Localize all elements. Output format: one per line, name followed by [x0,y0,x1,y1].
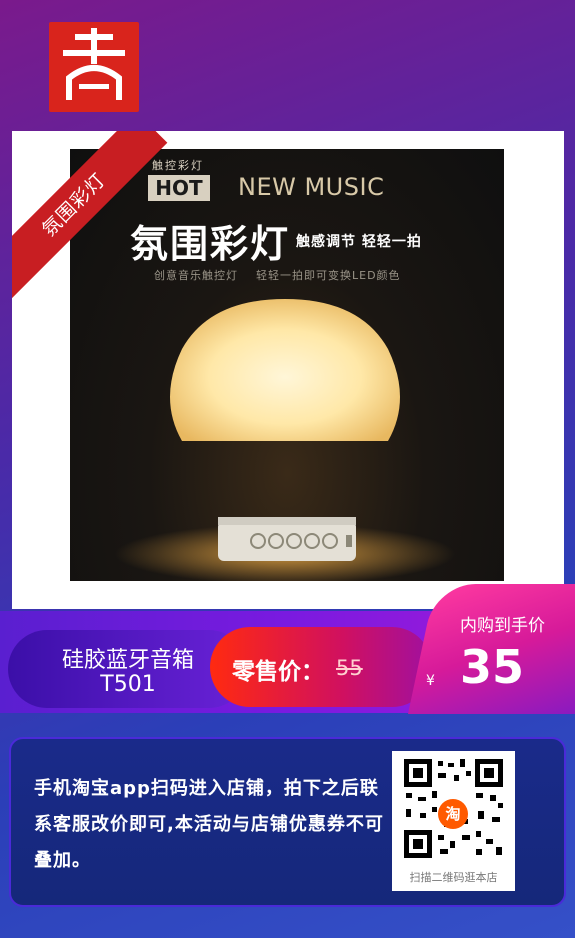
brand-logo [49,22,139,112]
retail-price-value: 55 [336,656,363,680]
inner-price-value: 35 [460,640,525,694]
info-text: 手机淘宝app扫码进入店铺，拍下之后联系客服改价即可,本活动与店铺优惠券不可叠加… [34,778,384,871]
product-name: 硅胶蓝牙音箱 [61,648,194,673]
qr-caption: 扫描二维码逛本店 [409,871,498,884]
qr-code[interactable]: 淘 扫描二维码逛本店 [392,751,515,891]
corner-ribbon: 氛围彩灯 [12,131,168,299]
ribbon-container: 氛围彩灯 [12,131,182,301]
currency-symbol: ¥ [426,673,435,689]
retail-price-label: 零售价： [232,659,324,685]
taobao-badge: 淘 [438,799,468,829]
inner-price-title: 内购到手价 [460,616,545,636]
product-model: T501 [100,672,156,697]
